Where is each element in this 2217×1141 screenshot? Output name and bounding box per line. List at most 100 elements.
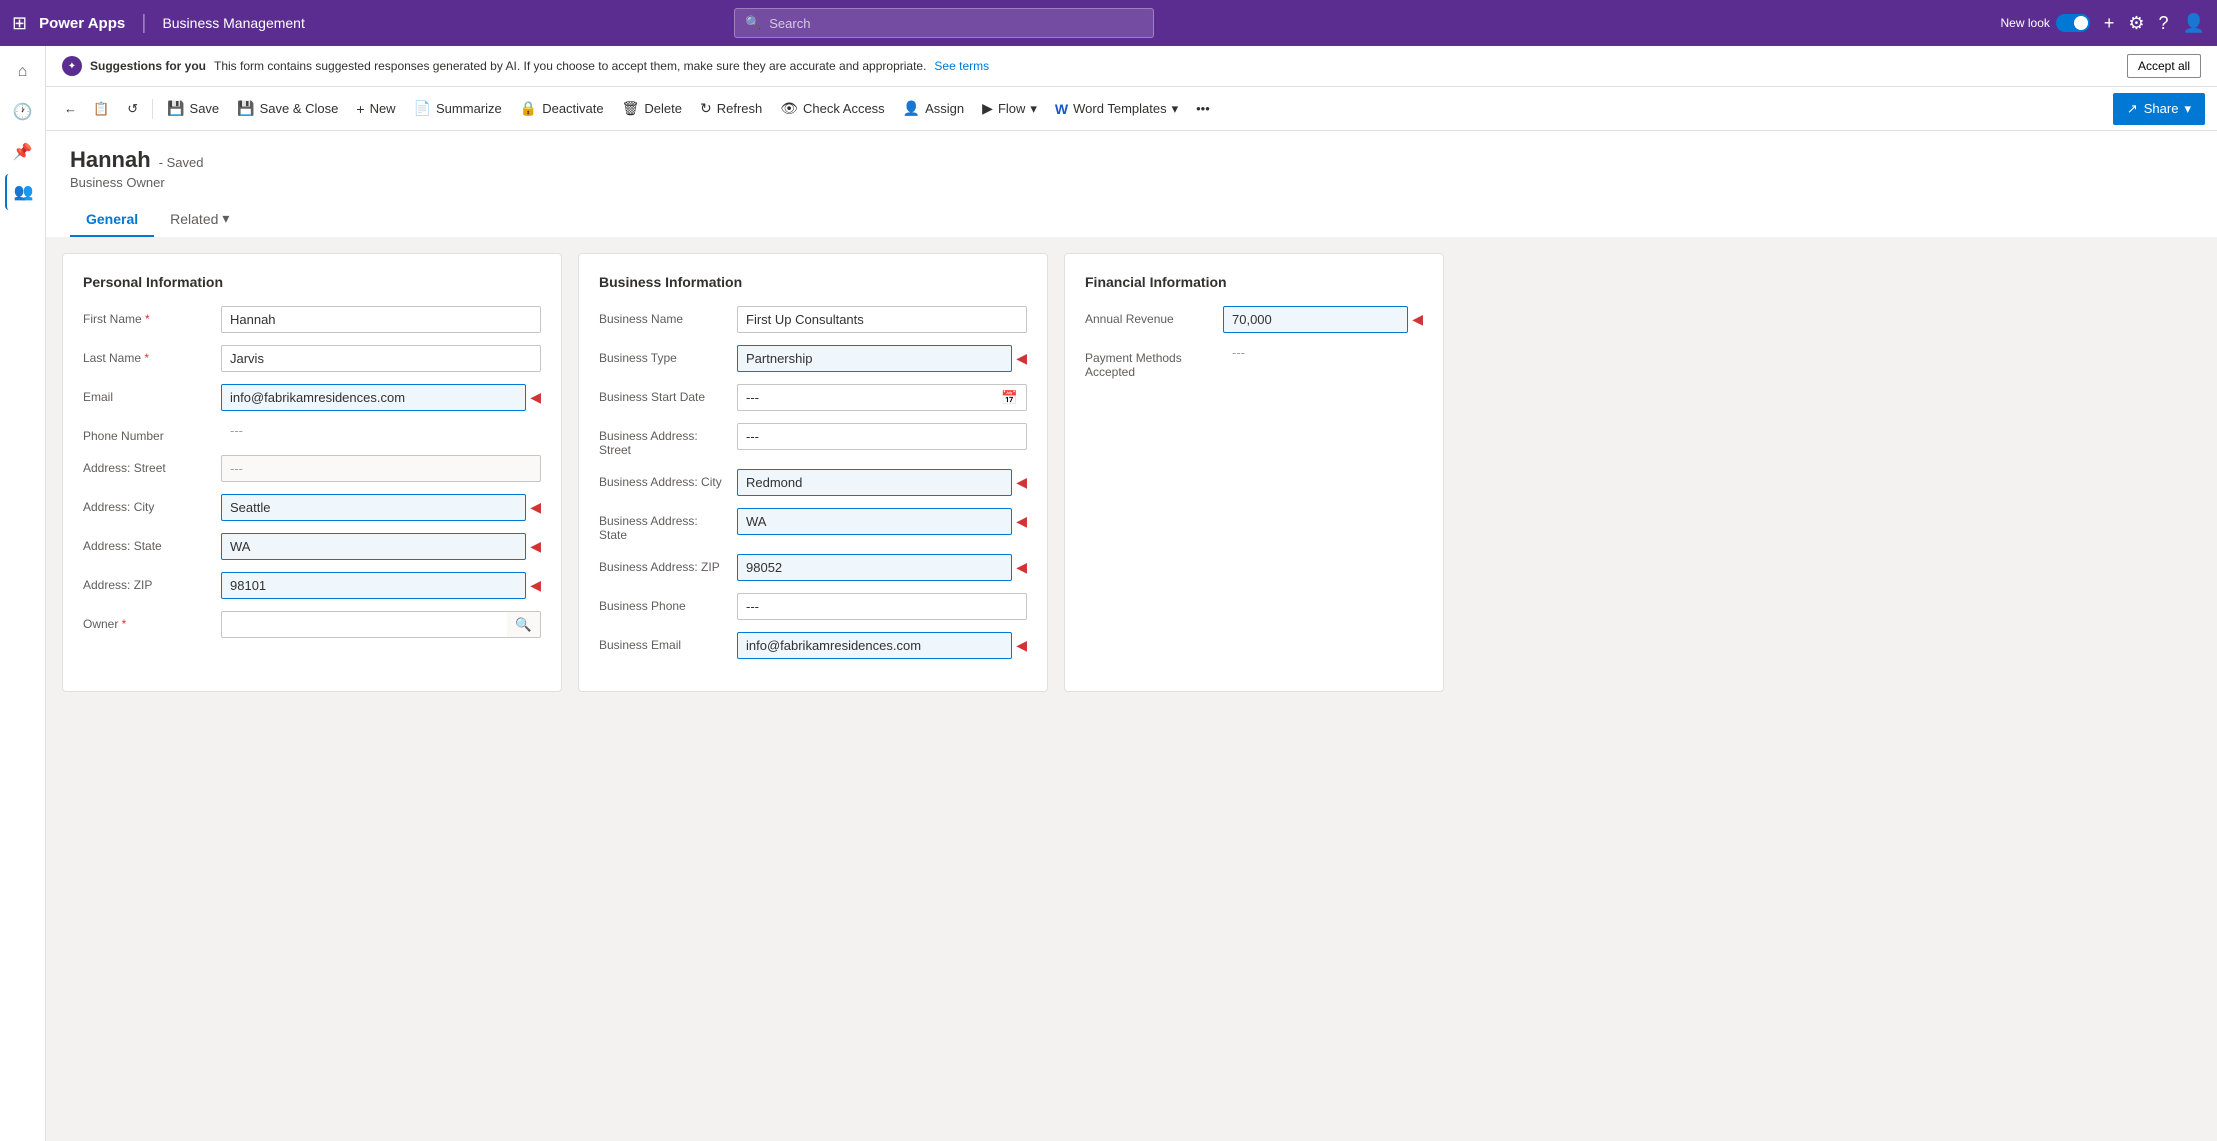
address-zip-input[interactable] (221, 572, 526, 599)
address-zip-label: Address: ZIP (83, 572, 213, 592)
business-start-date-field: 📅 (737, 384, 1027, 411)
refresh-label: Refresh (717, 101, 763, 116)
business-email-arrow: ◀ (1016, 637, 1027, 654)
search-bar[interactable]: 🔍 Search (734, 8, 1154, 38)
address-zip-field: ◀ (221, 572, 541, 599)
settings-icon[interactable]: ⚙ (2128, 13, 2144, 34)
see-terms-link[interactable]: See terms (934, 59, 989, 73)
annual-revenue-input[interactable] (1223, 306, 1408, 333)
new-label: New (370, 101, 396, 116)
address-zip-row: Address: ZIP ◀ (83, 572, 541, 599)
annual-revenue-row: Annual Revenue ◀ (1085, 306, 1423, 333)
summarize-button[interactable]: 📄 Summarize (406, 93, 510, 125)
business-phone-input[interactable] (737, 593, 1027, 620)
new-look-toggle[interactable]: New look (2001, 14, 2090, 32)
address-state-input[interactable] (221, 533, 526, 560)
business-phone-row: Business Phone (599, 593, 1027, 620)
summarize-icon: 📄 (414, 100, 431, 117)
address-city-field: ◀ (221, 494, 541, 521)
refresh-button[interactable]: ↻ Refresh (692, 93, 770, 125)
assign-button[interactable]: 👤 Assign (895, 93, 972, 125)
business-address-zip-label: Business Address: ZIP (599, 554, 729, 574)
business-address-city-input[interactable] (737, 469, 1012, 496)
address-state-field: ◀ (221, 533, 541, 560)
sidebar-pinned-icon[interactable]: 📌 (5, 134, 41, 170)
more-options-button[interactable]: ••• (1188, 93, 1218, 125)
sidebar-home-icon[interactable]: ⌂ (5, 54, 41, 90)
business-start-date-input[interactable] (737, 384, 993, 411)
address-state-arrow: ◀ (530, 538, 541, 555)
save-close-icon: 💾 (237, 100, 254, 117)
add-icon[interactable]: + (2104, 13, 2115, 34)
business-address-state-label: Business Address: State (599, 508, 729, 542)
address-state-row: Address: State ◀ (83, 533, 541, 560)
deactivate-icon: 🔒 (520, 100, 537, 117)
profile-icon[interactable]: 👤 (2183, 13, 2205, 34)
grid-icon[interactable]: ⊞ (12, 13, 27, 34)
last-name-input[interactable] (221, 345, 541, 372)
owner-search-button[interactable]: 🔍 (507, 611, 541, 638)
calendar-button[interactable]: 📅 (993, 384, 1027, 411)
owner-label: Owner (83, 611, 213, 631)
address-city-input[interactable] (221, 494, 526, 521)
more-options-icon: ••• (1196, 101, 1210, 116)
top-navigation: ⊞ Power Apps | Business Management 🔍 Sea… (0, 0, 2217, 46)
ai-icon: ✦ (62, 56, 82, 76)
accept-all-button[interactable]: Accept all (2127, 54, 2201, 78)
save-label: Save (190, 101, 220, 116)
address-street-input[interactable] (221, 455, 541, 482)
flow-label: Flow (998, 101, 1025, 116)
save-button[interactable]: 💾 Save (159, 93, 227, 125)
toggle-thumb (2074, 16, 2088, 30)
business-type-input[interactable] (737, 345, 1012, 372)
suggestions-description: This form contains suggested responses g… (214, 59, 926, 73)
email-label: Email (83, 384, 213, 404)
last-name-row: Last Name (83, 345, 541, 372)
refresh-page-button[interactable]: ↺ (119, 93, 146, 125)
business-phone-label: Business Phone (599, 593, 729, 613)
financial-info-title: Financial Information (1085, 274, 1423, 290)
flow-button[interactable]: ▶ Flow ▾ (974, 93, 1045, 125)
first-name-input[interactable] (221, 306, 541, 333)
word-templates-button[interactable]: W Word Templates ▾ (1047, 93, 1186, 125)
business-name-row: Business Name (599, 306, 1027, 333)
app-logo: Power Apps (39, 15, 125, 32)
business-start-date-label: Business Start Date (599, 384, 729, 404)
annual-revenue-label: Annual Revenue (1085, 306, 1215, 326)
business-address-street-input[interactable] (737, 423, 1027, 450)
record-tabs: General Related ▾ (70, 202, 2193, 237)
back-button[interactable]: ← (58, 93, 83, 125)
clipboard-button[interactable]: 📋 (85, 93, 117, 125)
owner-field: 🔍 (221, 611, 541, 638)
tab-general[interactable]: General (70, 202, 154, 237)
sidebar-entity-icon[interactable]: 👥 (5, 174, 41, 210)
delete-button[interactable]: 🗑 Delete (614, 93, 690, 125)
first-name-row: First Name (83, 306, 541, 333)
annual-revenue-field: ◀ (1223, 306, 1423, 333)
sidebar-recent-icon[interactable]: 🕐 (5, 94, 41, 130)
business-start-date-row: Business Start Date 📅 (599, 384, 1027, 411)
business-address-city-row: Business Address: City ◀ (599, 469, 1027, 496)
save-close-button[interactable]: 💾 Save & Close (229, 93, 346, 125)
email-input[interactable] (221, 384, 526, 411)
top-nav-right: New look + ⚙ ? 👤 (2001, 13, 2205, 34)
search-placeholder: Search (769, 16, 810, 31)
business-name-input[interactable] (737, 306, 1027, 333)
first-name-label: First Name (83, 306, 213, 326)
tab-related[interactable]: Related ▾ (154, 202, 245, 237)
address-street-field (221, 455, 541, 482)
business-email-input[interactable] (737, 632, 1012, 659)
business-city-arrow: ◀ (1016, 474, 1027, 491)
business-email-field: ◀ (737, 632, 1027, 659)
word-templates-chevron-icon: ▾ (1172, 101, 1179, 117)
help-icon[interactable]: ? (2159, 13, 2169, 34)
business-address-zip-input[interactable] (737, 554, 1012, 581)
business-address-state-input[interactable] (737, 508, 1012, 535)
new-button[interactable]: + New (348, 93, 403, 125)
owner-input[interactable] (221, 611, 507, 638)
suggestions-banner: ✦ Suggestions for you This form contains… (46, 46, 2217, 87)
toggle-track[interactable] (2056, 14, 2090, 32)
check-access-button[interactable]: 👁 Check Access (772, 93, 892, 125)
share-button[interactable]: ↗ Share ▾ (2113, 93, 2205, 125)
deactivate-button[interactable]: 🔒 Deactivate (512, 93, 612, 125)
